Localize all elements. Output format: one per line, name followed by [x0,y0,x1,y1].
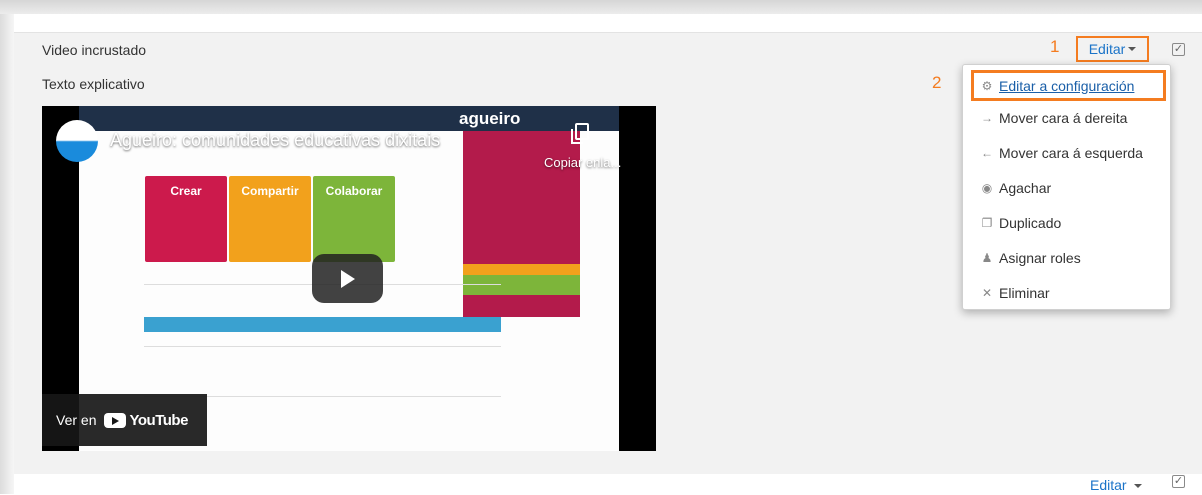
activity-description: Texto explicativo [42,76,145,92]
thumbnail-blue-bar [144,317,501,332]
thumbnail-logo: agueiro [459,109,521,128]
left-frame [0,14,14,494]
caret-down-icon [1134,483,1143,488]
menu-item-label: Eliminar [999,285,1050,301]
youtube-wordmark: YouTube [129,411,188,429]
close-icon: ✕ [981,286,993,300]
gear-icon: ⚙ [981,78,993,93]
menu-item-move-left[interactable]: ← Mover cara á esquerda [963,138,1172,168]
menu-item-duplicate[interactable]: ❐ Duplicado [963,208,1172,238]
caret-down-icon [1128,47,1137,51]
watch-on-label: Ver en [56,412,97,428]
eye-icon: ◉ [981,181,993,195]
thumbnail-menu-bar [463,275,580,295]
arrow-left-icon: ← [981,146,993,160]
thumbnail-puzzle-piece: Crear [145,176,227,262]
edit-menu-label: Editar [1088,41,1126,57]
step-marker-2: 2 [932,73,942,92]
menu-item-delete[interactable]: ✕ Eliminar [963,278,1172,308]
menu-item-label: Mover cara á dereita [999,110,1128,126]
thumbnail-puzzle-piece: Colaborar [313,176,395,262]
menu-item-label: Agachar [999,180,1052,196]
youtube-logo-icon [104,412,127,428]
menu-item-assign-roles[interactable]: ♟ Asignar roles [963,243,1172,273]
menu-item-label: Editar a configuración [999,77,1135,94]
menu-item-move-right[interactable]: → Mover cara á dereita [963,103,1172,133]
menu-item-label: Duplicado [999,215,1062,231]
menu-item-hide[interactable]: ◉ Agachar [963,173,1172,203]
next-edit-menu-button[interactable]: Editar [1090,477,1143,495]
completion-checkbox[interactable]: ✓ [1172,43,1185,56]
menu-item-label: Asignar roles [999,250,1081,266]
edit-menu-label: Editar [1090,477,1127,493]
play-button[interactable] [312,254,383,303]
activity-title: Video incrustado [42,42,147,58]
watch-on-youtube-button[interactable]: Ver en YouTube [42,394,207,446]
thumbnail-header [79,106,619,131]
edit-menu-button[interactable]: Editar [1076,36,1149,62]
embedded-video-player[interactable]: agueiro Crear Compartir Colaborar Agueir… [42,106,656,451]
next-completion-checkbox[interactable]: ✓ [1172,475,1185,488]
arrow-right-icon: → [981,111,993,125]
user-plus-icon: ♟ [981,251,993,265]
copy-link-label[interactable]: Copiar enla... [544,155,621,170]
thumbnail-puzzle-piece: Compartir [229,176,311,262]
step-marker-1: 1 [1050,37,1060,56]
menu-item-label: Mover cara á esquerda [999,145,1143,161]
channel-avatar[interactable] [56,120,98,162]
copy-icon: ❐ [981,216,993,230]
menu-item-edit-settings[interactable]: ⚙ Editar a configuración [971,70,1166,101]
edit-dropdown-menu: ⚙ Editar a configuración → Mover cara á … [962,64,1171,310]
thumbnail-divider [144,346,501,347]
video-title[interactable]: Agueiro: comunidades educativas dixitais [110,130,440,151]
copy-link-icon[interactable] [571,123,589,144]
top-frame [0,0,1202,14]
